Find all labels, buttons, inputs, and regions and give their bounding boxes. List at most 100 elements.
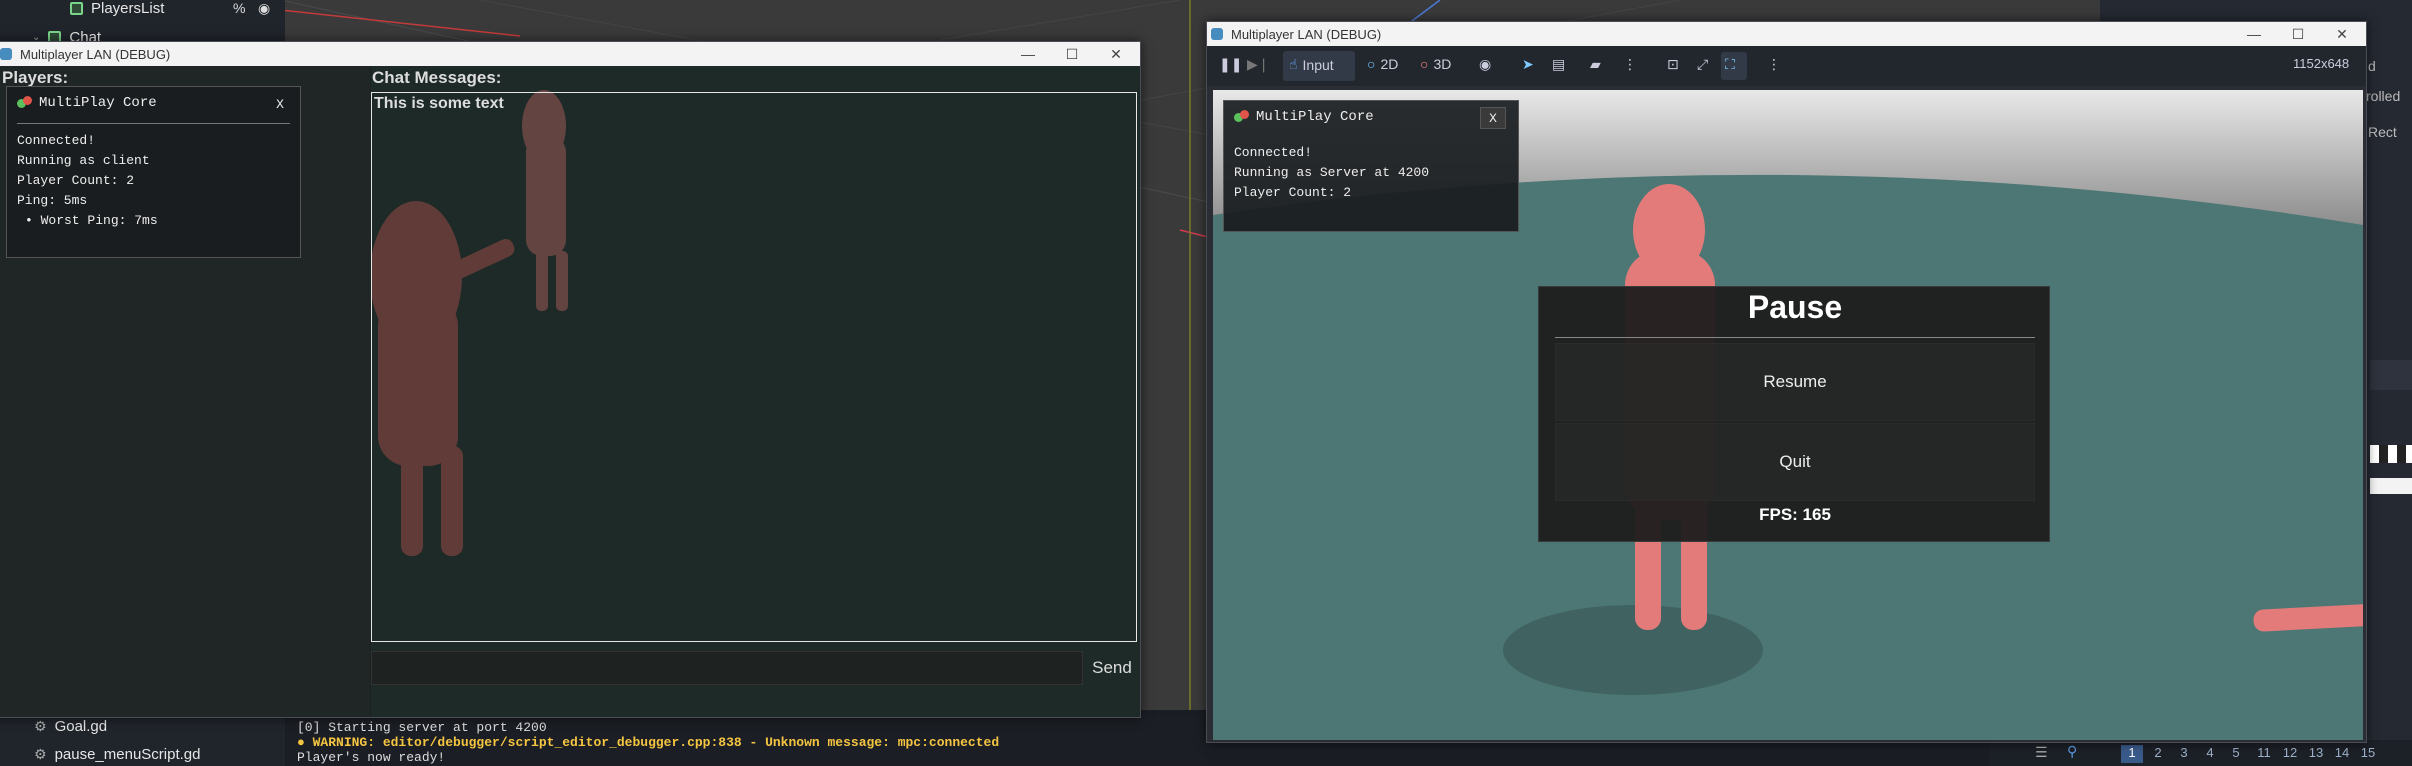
eye-icon[interactable]: ◉	[1479, 56, 1491, 73]
file-item-label: Goal.gd	[54, 717, 108, 735]
file-item[interactable]: ⚙ Goal.gd	[34, 716, 107, 736]
next-frame-icon[interactable]: ▶❘	[1247, 56, 1270, 73]
divider	[1555, 337, 2035, 338]
screenshot-icon[interactable]: ⊡	[1667, 56, 1679, 73]
output-panel: [0] Starting server at port 4200 ● WARNIN…	[287, 716, 1207, 766]
layer-button-13[interactable]: 13	[2305, 745, 2327, 763]
godot-icon	[1211, 28, 1223, 40]
layer-button-5[interactable]: 5	[2225, 745, 2247, 763]
cursor-icon: ☝	[1289, 56, 1298, 72]
send-button[interactable]: Send	[1088, 651, 1136, 685]
gear-icon: ⚙	[34, 745, 47, 762]
output-line: [0] Starting server at port 4200	[297, 720, 547, 735]
close-button[interactable]: ✕	[1094, 42, 1138, 66]
chat-label: Chat Messages:	[372, 68, 502, 87]
search-icon[interactable]: ⚲	[2067, 743, 2077, 760]
dock-label: Rect	[2368, 124, 2397, 140]
scene-tree-item[interactable]: PlayersList	[70, 0, 164, 18]
dock-row-highlight	[2370, 360, 2412, 390]
fullscreen-icon[interactable]: ⛶	[1725, 56, 1735, 73]
resume-button[interactable]: Resume	[1555, 343, 2035, 421]
file-item[interactable]: ⚙ pause_menuScript.gd	[34, 744, 201, 764]
divider	[17, 123, 290, 124]
mp-status-line: Player Count: 2	[17, 173, 135, 188]
mp-close-button[interactable]: X	[267, 93, 293, 115]
pause-menu: Pause Resume Quit FPS: 165	[1538, 286, 2050, 542]
camera-icon[interactable]: ▰	[1590, 56, 1601, 73]
control-node-icon	[70, 1, 83, 15]
game-viewport[interactable]: Players: MultiPlay Core X Connected! Run…	[0, 66, 1140, 717]
mp-header: MultiPlay Core	[17, 95, 157, 111]
circle-icon: ○	[1420, 56, 1429, 72]
visibility-eye-icon[interactable]: ◉	[258, 0, 270, 17]
client-game-window: Multiplayer LAN (DEBUG) — ☐ ✕ Players: M…	[0, 41, 1141, 718]
layer-button-12[interactable]: 12	[2279, 745, 2301, 763]
filter-icon[interactable]: ☰	[2035, 744, 2048, 761]
warning-text: WARNING: editor/debugger/script_editor_d…	[312, 735, 1000, 750]
input-toggle-button[interactable]: ☝ Input	[1289, 56, 1334, 73]
maximize-button[interactable]: ☐	[1050, 42, 1094, 66]
chat-panel: Chat Messages: This is some text Send	[370, 66, 1140, 717]
more-options-icon[interactable]: ⋮	[1767, 56, 1781, 73]
resolution-label: 1152x648	[2293, 56, 2350, 71]
chat-messages-box[interactable]: This is some text	[371, 92, 1137, 642]
gear-icon: ⚙	[34, 717, 47, 734]
output-line-warning: ● WARNING: editor/debugger/script_editor…	[297, 735, 1197, 750]
fps-label: FPS: 165	[1759, 505, 1831, 524]
2d-toggle-button[interactable]: ○ 2D	[1367, 56, 1398, 72]
game-viewport[interactable]: MultiPlay Core X Connected! Running as S…	[1213, 90, 2363, 740]
mp-status-line: Running as client	[17, 153, 150, 168]
window-title: Multiplayer LAN (DEBUG)	[1231, 26, 1382, 42]
script-icon[interactable]: %	[233, 0, 245, 16]
window-titlebar[interactable]: Multiplayer LAN (DEBUG) — ☐ ✕	[1207, 22, 2366, 46]
quit-button[interactable]: Quit	[1555, 423, 2035, 501]
file-item-label: pause_menuScript.gd	[54, 745, 201, 763]
mp-status-line: Connected!	[1234, 145, 1313, 160]
more-options-icon[interactable]: ⋮	[1623, 56, 1637, 73]
chat-input[interactable]	[371, 651, 1083, 685]
layer-button-1[interactable]: 1	[2121, 745, 2143, 763]
3d-toggle-button[interactable]: ○ 3D	[1420, 56, 1451, 72]
players-panel: Players: MultiPlay Core X Connected! Run…	[0, 66, 371, 717]
layer-button-4[interactable]: 4	[2199, 745, 2221, 763]
mp-header: MultiPlay Core	[1234, 109, 1374, 125]
layer-button-15[interactable]: 15	[2357, 745, 2379, 763]
dock-label: d	[2368, 58, 2376, 74]
list-select-icon[interactable]: ▤	[1552, 56, 1565, 73]
mp-status-line: Ping: 5ms	[17, 193, 88, 208]
expand-icon[interactable]: ⤢	[1697, 56, 1708, 73]
circle-icon: ○	[1367, 56, 1376, 72]
godot-icon	[0, 48, 12, 60]
checker-preview	[2370, 445, 2412, 463]
mp-close-button[interactable]: X	[1480, 107, 1506, 129]
close-button[interactable]: ✕	[2320, 22, 2364, 46]
maximize-button[interactable]: ☐	[2276, 22, 2320, 46]
color-preview[interactable]	[2370, 478, 2412, 494]
mp-status-line: Player Count: 2	[1234, 185, 1352, 200]
layer-button-14[interactable]: 14	[2331, 745, 2353, 763]
mp-status-line: Connected!	[17, 133, 96, 148]
2d-label: 2D	[1380, 56, 1399, 72]
layer-button-3[interactable]: 3	[2173, 745, 2195, 763]
output-line: Player's now ready!	[297, 750, 446, 765]
dock-label: rolled	[2366, 88, 2401, 104]
layer-button-2[interactable]: 2	[2147, 745, 2169, 763]
3d-label: 3D	[1433, 56, 1452, 72]
embedded-game-toolbar: ❚❚ ▶❘ ☝ Input ○ 2D ○ 3D ◉ ➤ ▤ ▰ ⋮ ⊡ ⤢ ⛶ ⋮ 1…	[1207, 46, 2366, 86]
pause-title: Pause	[1747, 289, 1843, 325]
minimize-button[interactable]: —	[1006, 42, 1050, 66]
window-title: Multiplayer LAN (DEBUG)	[20, 46, 171, 62]
pause-icon[interactable]: ❚❚	[1219, 56, 1242, 73]
minimize-button[interactable]: —	[2232, 22, 2276, 46]
input-label: Input	[1302, 56, 1334, 73]
layer-button-11[interactable]: 11	[2253, 745, 2275, 763]
window-titlebar[interactable]: Multiplayer LAN (DEBUG) — ☐ ✕	[0, 42, 1140, 66]
scene-tree-item-label: PlayersList	[91, 0, 165, 17]
multiplay-core-panel: MultiPlay Core X Connected! Running as c…	[6, 86, 301, 258]
server-game-window: Multiplayer LAN (DEBUG) — ☐ ✕ ❚❚ ▶❘ ☝ Inp…	[1206, 21, 2367, 743]
select-arrow-icon[interactable]: ➤	[1522, 56, 1534, 73]
multiplay-logo-icon	[1234, 110, 1250, 124]
multiplay-logo-icon	[17, 96, 33, 110]
chat-message: This is some text	[374, 95, 504, 112]
mp-status-line: Running as Server at 4200	[1234, 165, 1430, 180]
